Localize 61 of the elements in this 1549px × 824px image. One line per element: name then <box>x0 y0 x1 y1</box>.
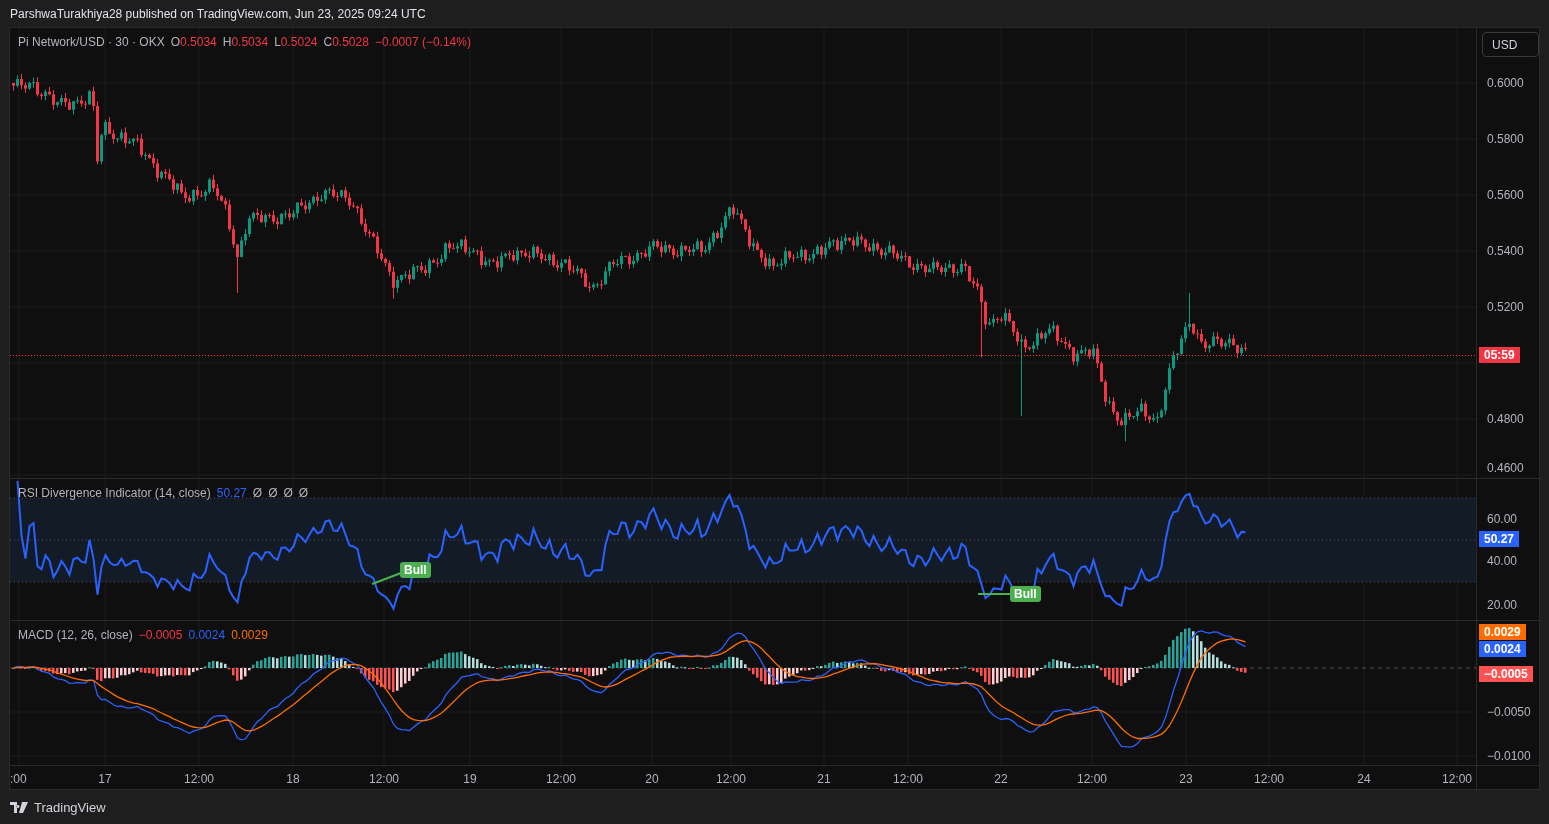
currency-button[interactable]: USD <box>1482 32 1539 57</box>
price-tick: 0.5800 <box>1487 132 1524 146</box>
macd-badge: 0.0024 <box>1479 641 1526 657</box>
time-label: 12:00 <box>1442 772 1472 786</box>
indicator-title: RSI Divergence Indicator (14, close) <box>18 486 211 500</box>
time-label: 18 <box>286 772 300 786</box>
macd-tick: −0.0050 <box>1487 705 1531 719</box>
indicator-value: Ø <box>298 486 309 500</box>
price-tick: 0.5600 <box>1487 188 1524 202</box>
brand-name: TradingView <box>34 799 106 815</box>
time-label: 12:00 <box>1254 772 1284 786</box>
indicator-title: MACD (12, 26, close) <box>18 628 133 642</box>
price-tick: 0.4600 <box>1487 461 1524 475</box>
publish-info: ParshwaTurakhiya28 published on TradingView.com, Jun 23, 2025 09:24 UTC <box>10 6 426 21</box>
ohlc-label: L <box>274 35 281 49</box>
ohlc-label: O <box>170 35 181 49</box>
ohlc-value: 0.5034 <box>180 35 217 49</box>
time-label: 12:00 <box>184 772 214 786</box>
logo-icon <box>10 801 29 813</box>
price-tick: 0.5200 <box>1487 300 1524 314</box>
time-label: :00 <box>10 772 27 786</box>
indicator-value: 0.0024 <box>188 628 226 642</box>
time-label: 22 <box>994 772 1008 786</box>
rsi-tick: 60.00 <box>1487 512 1518 526</box>
ohlc-value: 0.5034 <box>231 35 269 49</box>
divergence-line <box>371 572 402 585</box>
macd-badge: 0.0029 <box>1479 624 1526 640</box>
time-label: 17 <box>98 772 112 786</box>
rsi-tick: 20.00 <box>1487 598 1518 612</box>
indicator-value: Ø <box>252 486 263 500</box>
indicator-value: −0.0005 <box>138 628 183 642</box>
indicator-value: Ø <box>283 486 293 500</box>
indicator-value: Ø <box>268 486 278 500</box>
countdown-badge: 05:59 <box>1479 347 1520 363</box>
indicator-value: 50.27 <box>216 486 247 500</box>
time-label: 12:00 <box>546 772 576 786</box>
time-label: 12:00 <box>716 772 746 786</box>
rsi-badge: 50.27 <box>1479 531 1520 547</box>
price-change: −0.0007 (−0.14%) <box>374 35 471 49</box>
time-label: 20 <box>645 772 659 786</box>
price-tick: 0.4800 <box>1487 412 1524 426</box>
ohlc-value: 0.5024 <box>280 35 318 49</box>
time-label: 12:00 <box>1077 772 1107 786</box>
indicator-value: 0.0029 <box>231 628 268 642</box>
ohlc-value: 0.5028 <box>332 35 369 49</box>
macd-tick: −0.0100 <box>1487 749 1531 763</box>
symbol-label: Pi Network/USD · 30 · OKX <box>18 35 165 49</box>
ohlc-label: C <box>323 35 333 49</box>
time-label: 21 <box>817 772 831 786</box>
macd-badge: −0.0005 <box>1479 666 1533 682</box>
time-label: 19 <box>463 772 477 786</box>
ohlc-label: H <box>222 35 232 49</box>
price-tick: 0.5400 <box>1487 244 1524 258</box>
signal-label: Bull <box>400 562 431 578</box>
time-label: 12:00 <box>893 772 923 786</box>
time-label: 24 <box>1357 772 1371 786</box>
time-label: 12:00 <box>369 772 399 786</box>
time-label: 23 <box>1179 772 1193 786</box>
rsi-tick: 40.00 <box>1487 554 1518 568</box>
price-tick: 0.6000 <box>1487 76 1524 90</box>
signal-label: Bull <box>1010 586 1041 602</box>
